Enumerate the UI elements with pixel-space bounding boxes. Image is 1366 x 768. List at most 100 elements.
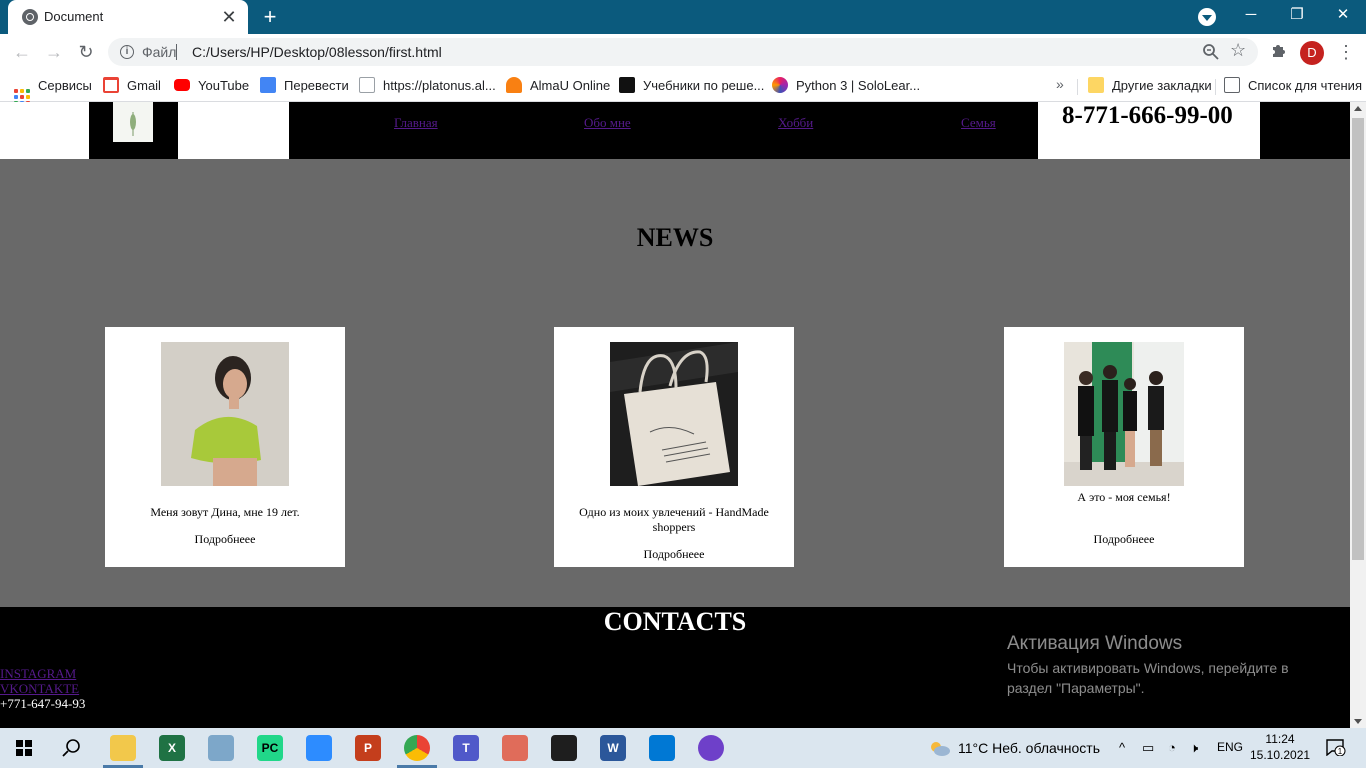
shopper-bag-photo [610,342,738,486]
language-indicator[interactable]: ENG [1217,740,1243,754]
zoom-icon[interactable] [1202,43,1220,61]
url-text[interactable]: C:/Users/HP/Desktop/08lesson/first.html [192,44,442,60]
card-text: Меня зовут Дина, мне 19 лет. [150,505,300,519]
bookmark-platonus[interactable]: https://platonus.al... [359,76,496,96]
card-more-link[interactable]: Подробнеее [105,532,345,547]
teams-icon[interactable]: T [453,735,479,761]
scheme-label: Файл [142,44,177,60]
bookmark-translate[interactable]: Перевести [260,76,349,96]
address-bar[interactable]: i Файл C:/Users/HP/Desktop/08lesson/firs… [108,38,1258,66]
youtube-icon [174,79,190,91]
bookmark-label: Сервисы [38,78,92,93]
family-photo [1064,342,1184,486]
search-icon[interactable] [48,728,96,768]
excel-icon[interactable]: X [159,735,185,761]
new-tab-button[interactable]: + [257,4,283,30]
news-card: Меня зовут Дина, мне 19 лет. Подробнеее [105,327,345,567]
chevron-up-icon[interactable]: ^ [1119,740,1125,755]
news-section: NEWS Меня зовут Дина, мне 19 лет. Подроб… [0,159,1350,607]
paint-icon[interactable] [208,735,234,761]
header-phone: 8-771-666-99-00 [1062,102,1233,129]
bookmark-services[interactable]: Сервисы [14,76,92,105]
moodle-icon [506,77,522,93]
browser-titlebar: Document ✕ + ─ ❐ ✕ [0,0,1366,34]
chrome-icon[interactable] [404,735,430,761]
git-client-icon[interactable] [502,735,528,761]
extensions-puzzle-icon[interactable] [1270,41,1288,59]
bookmarks-divider [1215,79,1216,95]
bookmarks-overflow-icon[interactable]: » [1056,76,1064,92]
tab-close-button[interactable]: ✕ [218,6,240,28]
nav-link-hobby[interactable]: Хобби [778,115,813,131]
bookmark-gmail[interactable]: Gmail [103,76,161,96]
browser-tab[interactable]: Document ✕ [8,0,248,34]
nav-link-about[interactable]: Обо мне [584,115,631,131]
building-icon [359,77,375,93]
browser-menu-icon[interactable]: ⋮ [1336,40,1356,64]
clock-time: 11:24 [1265,732,1295,746]
contacts-phone: +771-647-94-93 [0,696,86,711]
minimize-button[interactable]: ─ [1228,0,1274,30]
instagram-link[interactable]: INSTAGRAM [0,666,76,682]
volume-muted-icon[interactable]: 🕨 [1190,740,1198,756]
card-text: Одно из моих увлечений - HandMade shoppe… [579,505,769,534]
globe-icon [22,9,38,25]
translate-icon [260,77,276,93]
scroll-up-arrow-icon[interactable] [1354,106,1362,111]
textbook-icon [619,77,635,93]
bookmark-youtube[interactable]: YouTube [174,76,249,96]
wheat-logo-icon [130,112,136,136]
scrollbar-thumb[interactable] [1352,118,1364,560]
battery-icon[interactable]: ▭ [1142,740,1154,756]
file-explorer-icon[interactable] [110,735,136,761]
scroll-down-arrow-icon[interactable] [1354,719,1362,724]
reading-list-label: Список для чтения [1248,78,1362,93]
bookmark-label: Gmail [127,78,161,93]
windows-taskbar: X PC P T W 11°C Неб. облачность ^ ▭ ◔ 🕨 … [0,728,1366,768]
figma-icon[interactable] [551,735,577,761]
header-right-block [1260,102,1350,159]
wifi-icon[interactable]: ◔ [1168,740,1176,755]
news-card: А это - моя семья! Подробнеее [1004,327,1244,567]
profile-avatar[interactable]: D [1300,41,1324,65]
address-separator [176,44,177,60]
github-desktop-icon[interactable] [698,735,724,761]
other-bookmarks-folder[interactable]: Другие закладки [1088,76,1212,96]
notification-count: 1 [1338,747,1343,756]
weather-widget[interactable]: 11°C Неб. облачность [928,728,1100,768]
windows-start-icon[interactable] [0,728,48,768]
forward-button[interactable]: → [40,38,68,66]
zoom-app-icon[interactable] [306,735,332,761]
partly-cloudy-icon [928,731,950,756]
logo [113,102,153,142]
card-more-link[interactable]: Подробнеее [554,547,794,562]
bookmark-sololearn[interactable]: Python 3 | SoloLear... [772,76,920,96]
bookmarks-divider [1077,79,1078,95]
back-button[interactable]: ← [8,38,36,66]
clock[interactable]: 11:24 15.10.2021 [1250,731,1310,763]
vscode-icon[interactable] [649,735,675,761]
info-icon[interactable]: i [120,45,134,59]
reading-list[interactable]: Список для чтения [1224,76,1362,96]
bookmark-textbooks[interactable]: Учебники по реше... [619,76,764,96]
page-scrollbar[interactable] [1350,102,1366,728]
bookmark-almau[interactable]: AlmaU Online [506,76,610,96]
close-window-button[interactable]: ✕ [1320,0,1366,30]
nav-link-home[interactable]: Главная [394,115,438,131]
vkontakte-link[interactable]: VKONTAKTE [0,681,79,697]
nav-link-family[interactable]: Семья [961,115,996,131]
notification-icon[interactable]: 1 [1326,739,1346,756]
activation-text: Чтобы активировать Windows, перейдите в … [1007,660,1289,696]
news-title: NEWS [636,223,714,252]
restore-button[interactable]: ❐ [1274,0,1320,30]
bookmark-label: https://platonus.al... [383,78,496,93]
tab-search-icon[interactable] [1198,8,1216,26]
pycharm-icon[interactable]: PC [257,735,283,761]
card-text: А это - моя семья! [1077,490,1171,504]
bookmark-star-icon[interactable]: ☆ [1230,40,1246,61]
word-icon[interactable]: W [600,735,626,761]
reading-list-icon [1224,77,1240,93]
card-more-link[interactable]: Подробнеее [1004,532,1244,547]
powerpoint-icon[interactable]: P [355,735,381,761]
reload-button[interactable]: ↻ [72,38,100,66]
